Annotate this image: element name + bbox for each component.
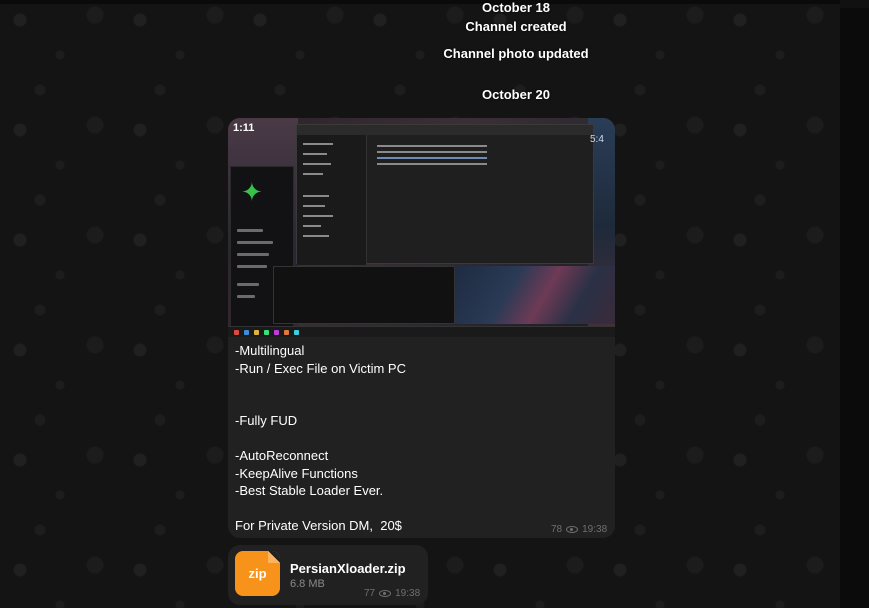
chat-background: October 18 Channel created Channel photo… — [0, 0, 840, 608]
explorer-line — [303, 215, 333, 217]
panel-top-strip — [840, 0, 869, 8]
file-name[interactable]: PersianXloader.zip — [290, 561, 406, 576]
message-time: 19:38 — [582, 524, 608, 535]
post-text: -Multilingual -Run / Exec File on Victim… — [235, 342, 605, 535]
taskbar-app-icon — [294, 330, 299, 335]
taskbar-app-icon — [284, 330, 289, 335]
post-line: -Multilingual — [235, 343, 305, 358]
taskbar-app-icon — [274, 330, 279, 335]
bird-logo-icon: ✦ — [241, 177, 263, 207]
photo-time-overlay: 1:11 — [233, 122, 255, 134]
explorer-row — [377, 163, 487, 165]
post-line — [235, 377, 605, 395]
taskbar-app-icon — [234, 330, 239, 335]
post-meta: 78 19:38 — [551, 524, 607, 535]
explorer-row — [377, 145, 487, 147]
view-count: 77 — [364, 588, 376, 599]
app-menu-line — [237, 295, 255, 298]
post-line: -Best Stable Loader Ever. — [235, 483, 384, 498]
explorer-row-selected — [377, 157, 487, 159]
post-photo[interactable]: ✦ 1:11 5:4 — [228, 118, 615, 337]
zip-file-icon[interactable]: zip — [235, 551, 280, 596]
post-line: For Private Version DM, 20$ — [235, 518, 402, 533]
taskbar-app-icon — [244, 330, 249, 335]
file-meta: 77 19:38 — [364, 588, 420, 599]
file-size: 6.8 MB — [290, 578, 325, 590]
post-line: -AutoReconnect — [235, 448, 329, 463]
app-menu-line — [237, 283, 259, 286]
right-side-panel — [840, 0, 869, 608]
terminal-window — [273, 266, 455, 324]
explorer-line — [303, 173, 323, 175]
explorer-line — [303, 163, 331, 165]
explorer-line — [303, 143, 333, 145]
date-separator: October 18 — [482, 0, 550, 15]
post-line — [235, 430, 605, 448]
post-line: -Fully FUD — [235, 413, 298, 428]
post-line — [235, 395, 605, 413]
message-time: 19:38 — [395, 588, 421, 599]
explorer-row — [377, 151, 487, 153]
explorer-line — [303, 195, 329, 197]
service-message-photo-updated: Channel photo updated — [443, 46, 589, 61]
taskbar-app-icon — [264, 330, 269, 335]
app-menu-line — [237, 241, 273, 244]
date-separator: October 20 — [482, 87, 550, 102]
desktop-wallpaper-art — [455, 266, 615, 324]
app-menu-line — [237, 229, 263, 232]
explorer-line — [303, 205, 325, 207]
explorer-sidebar — [297, 135, 367, 265]
service-message-channel-created: Channel created — [465, 19, 567, 34]
post-line: -Run / Exec File on Victim PC — [235, 360, 406, 376]
post-line: -KeepAlive Functions — [235, 465, 358, 481]
photo-clock-overlay: 5:4 — [590, 134, 604, 145]
message-bubble-file[interactable]: zip PersianXloader.zip 6.8 MB 77 19:38 — [228, 545, 428, 605]
explorer-line — [303, 153, 327, 155]
app-menu-line — [237, 253, 269, 256]
view-count: 78 — [551, 524, 563, 535]
explorer-titlebar — [297, 125, 593, 135]
app-menu-line — [237, 265, 267, 268]
taskbar-app-icon — [254, 330, 259, 335]
post-line — [235, 500, 605, 518]
file-explorer-window — [296, 124, 594, 265]
eye-icon — [566, 526, 579, 533]
explorer-line — [303, 235, 329, 237]
explorer-line — [303, 225, 321, 227]
file-type-label: zip — [248, 566, 267, 581]
taskbar — [228, 326, 615, 337]
eye-icon — [379, 590, 392, 597]
message-bubble-post[interactable]: ✦ 1:11 5:4 -Multilingual -Run / Exec Fil… — [228, 118, 615, 538]
